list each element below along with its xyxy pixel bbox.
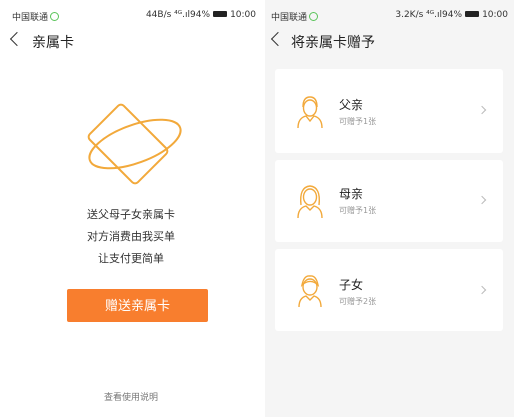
slogan-line-3: 让支付更简单: [98, 252, 164, 265]
status-bar: 中国联通 3.2K/s ⁴ᴳ.ıl94% 10:00: [265, 0, 514, 28]
signal-icon: ⁴ᴳ.ıl: [174, 10, 191, 20]
recipient-name: 子女: [339, 278, 364, 292]
nav-bar: 将亲属卡赠予: [265, 30, 514, 56]
recipient-name: 母亲: [339, 187, 364, 201]
family-card-illustration-icon: [87, 103, 182, 185]
back-icon[interactable]: [9, 31, 25, 47]
carrier-signal-icon: [309, 12, 319, 21]
recipient-father[interactable]: 父亲 可赠予1张: [275, 69, 503, 153]
father-avatar-icon: [297, 96, 323, 129]
back-icon[interactable]: [270, 31, 286, 47]
nav-bar: 亲属卡: [0, 30, 262, 56]
network-speed: 3.2K/s: [395, 10, 424, 20]
gift-recipient-screen: 中国联通 3.2K/s ⁴ᴳ.ıl94% 10:00 将亲属卡赠予 父亲 可赠予1…: [265, 0, 514, 417]
page-title: 亲属卡: [32, 35, 74, 51]
family-card-screen: 中国联通 44B/s ⁴ᴳ.ıl94% 10:00 亲属卡 送父母子女亲属卡 对方…: [0, 0, 262, 417]
gift-family-card-button[interactable]: 赠送亲属卡: [67, 289, 208, 322]
status-indicators: 44B/s ⁴ᴳ.ıl94% 10:00: [146, 10, 256, 20]
recipient-quota: 可赠予1张: [339, 206, 377, 215]
mother-avatar-icon: [297, 185, 323, 219]
carrier-label: 中国联通: [271, 10, 319, 23]
child-avatar-icon: [298, 275, 322, 308]
battery-percent: 94%: [190, 10, 211, 20]
battery-percent: 94%: [442, 10, 463, 20]
network-speed: 44B/s: [145, 10, 172, 20]
status-bar: 中国联通 44B/s ⁴ᴳ.ıl94% 10:00: [0, 0, 262, 28]
recipient-quota: 可赠予1张: [339, 117, 377, 126]
recipient-quota: 可赠予2张: [339, 297, 377, 306]
recipient-name: 父亲: [339, 98, 364, 112]
carrier-signal-icon: [50, 12, 60, 21]
usage-instructions-link[interactable]: 查看使用说明: [0, 390, 262, 403]
recipient-child[interactable]: 子女 可赠予2张: [275, 249, 503, 331]
battery-icon: [213, 11, 228, 17]
recipient-mother[interactable]: 母亲 可赠予1张: [275, 160, 503, 242]
status-indicators: 3.2K/s ⁴ᴳ.ıl94% 10:00: [395, 10, 508, 20]
clock: 10:00: [230, 10, 256, 20]
clock: 10:00: [482, 10, 508, 20]
slogan-line-2: 对方消费由我买单: [87, 230, 175, 243]
slogan-line-1: 送父母子女亲属卡: [87, 208, 175, 221]
chevron-right-icon: [477, 195, 487, 205]
chevron-right-icon: [477, 285, 487, 295]
battery-icon: [465, 11, 480, 17]
signal-icon: ⁴ᴳ.ıl: [426, 10, 443, 20]
page-title: 将亲属卡赠予: [291, 35, 375, 51]
chevron-right-icon: [477, 105, 487, 115]
carrier-label: 中国联通: [12, 10, 60, 23]
